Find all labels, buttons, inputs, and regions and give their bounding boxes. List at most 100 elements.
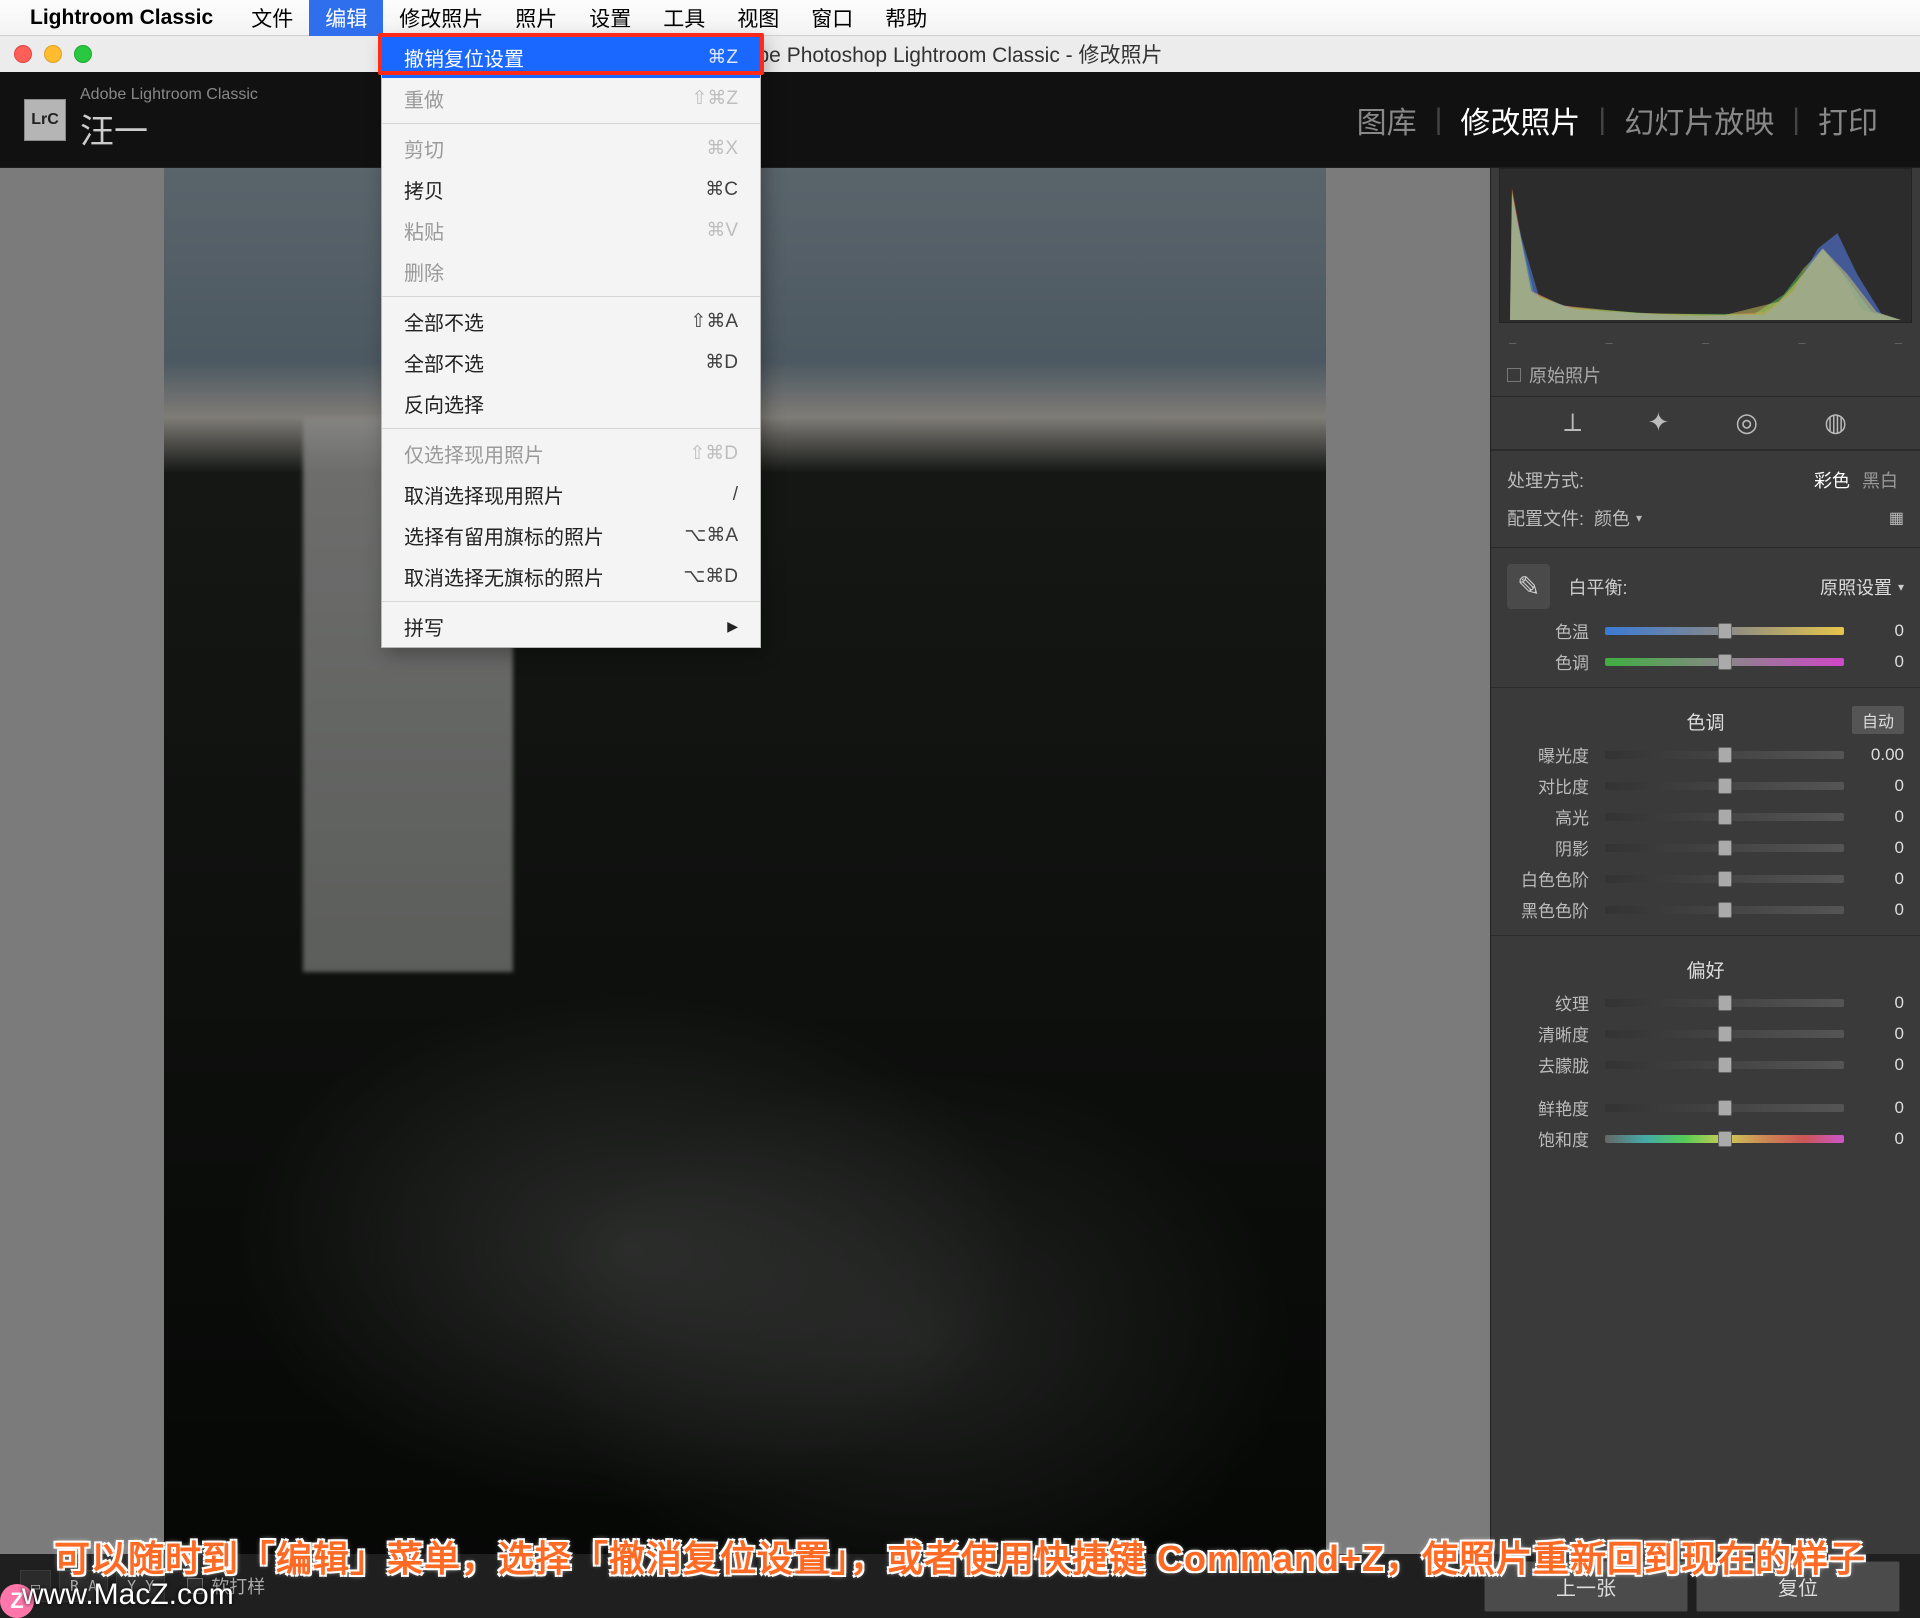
menubar-item-7[interactable]: 窗口 [795, 0, 869, 39]
window-minimize-button[interactable] [44, 45, 62, 63]
identity-username: 汪一 [80, 104, 258, 153]
slider-value[interactable]: 0 [1852, 652, 1904, 672]
menubar-item-5[interactable]: 工具 [647, 0, 721, 39]
crop-tool-icon[interactable]: ⟂ [1564, 407, 1581, 439]
slider-track[interactable] [1605, 844, 1844, 852]
slider-thumb[interactable] [1718, 654, 1732, 670]
slider-value[interactable]: 0 [1852, 1098, 1904, 1118]
window-maximize-button[interactable] [74, 45, 92, 63]
slider-thumb[interactable] [1718, 902, 1732, 918]
slider-value[interactable]: 0 [1852, 900, 1904, 920]
slider-track[interactable] [1605, 875, 1844, 883]
slider-value[interactable]: 0 [1852, 776, 1904, 796]
slider-thumb[interactable] [1718, 1100, 1732, 1116]
slider-value[interactable]: 0 [1852, 993, 1904, 1013]
slider-track[interactable] [1605, 999, 1844, 1007]
slider-track[interactable] [1605, 1030, 1844, 1038]
slider-track[interactable] [1605, 627, 1844, 635]
slider-track[interactable] [1605, 1135, 1844, 1143]
slider-thumb[interactable] [1718, 1026, 1732, 1042]
original-photo-row[interactable]: 原始照片 [1491, 354, 1920, 396]
slider-value[interactable]: 0 [1852, 838, 1904, 858]
edit-menu-item[interactable]: 全部不选⌘D [382, 342, 760, 383]
edit-menu-item[interactable]: 取消选择现用照片/ [382, 474, 760, 515]
histogram[interactable] [1499, 168, 1912, 323]
slider-value[interactable]: 0 [1852, 621, 1904, 641]
menubar-item-3[interactable]: 照片 [499, 0, 573, 39]
heal-tool-icon[interactable]: ✦ [1648, 407, 1670, 439]
window-close-button[interactable] [14, 45, 32, 63]
menubar-item-0[interactable]: 文件 [235, 0, 309, 39]
eyedropper-icon[interactable]: ✎ [1507, 564, 1550, 609]
edit-menu-item[interactable]: 选择有留用旗标的照片⌥⌘A [382, 515, 760, 556]
profile-value[interactable]: 颜色 [1594, 505, 1630, 531]
slider-value[interactable]: 0 [1852, 1129, 1904, 1149]
treatment-section: 处理方式: 彩色 黑白 配置文件: 颜色 ▾ ▦ [1491, 450, 1920, 547]
slider-thumb[interactable] [1718, 1057, 1732, 1073]
edit-menu-item[interactable]: 反向选择 [382, 383, 760, 424]
edit-menu-item: 重做⇧⌘Z [382, 78, 760, 119]
menubar-item-6[interactable]: 视图 [721, 0, 795, 39]
slider-value[interactable]: 0 [1852, 807, 1904, 827]
slider-track[interactable] [1605, 906, 1844, 914]
slider-label: 饱和度 [1507, 1126, 1597, 1151]
menubar-item-1[interactable]: 编辑 [309, 0, 383, 39]
slider-value[interactable]: 0.00 [1852, 745, 1904, 765]
module-0[interactable]: 图库 [1339, 98, 1435, 142]
slider-track[interactable] [1605, 751, 1844, 759]
slider-row: 曝光度 0.00 [1507, 739, 1904, 770]
slider-thumb[interactable] [1718, 871, 1732, 887]
slider-thumb[interactable] [1718, 747, 1732, 763]
slider-thumb[interactable] [1718, 1131, 1732, 1147]
slider-value[interactable]: 0 [1852, 1024, 1904, 1044]
slider-label: 鲜艳度 [1507, 1095, 1597, 1120]
treatment-color-option[interactable]: 彩色 [1808, 467, 1856, 493]
slider-row: 黑色色阶0 [1507, 894, 1904, 925]
profile-grid-icon[interactable]: ▦ [1889, 508, 1904, 528]
slider-track[interactable] [1605, 1104, 1844, 1112]
original-checkbox-icon[interactable] [1507, 368, 1521, 382]
edit-menu-item[interactable]: 撤销复位设置⌘Z [382, 37, 760, 78]
menubar-item-2[interactable]: 修改照片 [383, 0, 499, 39]
slider-thumb[interactable] [1718, 995, 1732, 1011]
treatment-bw-option[interactable]: 黑白 [1856, 467, 1904, 493]
slider-label: 去朦胧 [1507, 1052, 1597, 1077]
slider-track[interactable] [1605, 782, 1844, 790]
menu-item-shortcut: ⇧⌘D [689, 442, 738, 465]
slider-label: 曝光度 [1507, 742, 1597, 767]
edit-menu-item[interactable]: 全部不选⇧⌘A [382, 301, 760, 342]
slider-track[interactable] [1605, 658, 1844, 666]
edit-menu-item[interactable]: 取消选择无旗标的照片⌥⌘D [382, 556, 760, 597]
mask-tool-icon[interactable]: ◍ [1824, 407, 1847, 439]
module-3[interactable]: 打印 [1800, 98, 1896, 142]
redeye-tool-icon[interactable]: ◎ [1735, 407, 1758, 439]
slider-thumb[interactable] [1718, 809, 1732, 825]
menubar-items: 文件编辑修改照片照片设置工具视图窗口帮助 [235, 0, 943, 39]
menubar-item-8[interactable]: 帮助 [869, 0, 943, 39]
wb-preset-value[interactable]: 原照设置 [1820, 574, 1892, 600]
lightroom-body: ––––– 原始照片 ⟂ ✦ ◎ ◍ 处理方式: 彩色 黑白 配置文件: [0, 168, 1920, 1554]
histogram-tick: – [1895, 335, 1902, 350]
slider-track[interactable] [1605, 1061, 1844, 1069]
menu-item-label: 重做 [404, 84, 444, 113]
slider-row: 去朦胧 0 [1507, 1049, 1904, 1080]
chevron-down-icon[interactable]: ▾ [1636, 511, 1642, 525]
menu-item-shortcut: ⌘Z [707, 46, 738, 69]
histogram-tick: – [1798, 335, 1805, 350]
presence-section: 偏好 纹理0清晰度0去朦胧0鲜艳度0饱和度0 [1491, 935, 1920, 1164]
chevron-down-icon[interactable]: ▾ [1898, 580, 1904, 594]
slider-track[interactable] [1605, 813, 1844, 821]
slider-value[interactable]: 0 [1852, 1055, 1904, 1075]
slider-value[interactable]: 0 [1852, 869, 1904, 889]
slider-thumb[interactable] [1718, 840, 1732, 856]
edit-menu-item[interactable]: 拷贝⌘C [382, 169, 760, 210]
module-1[interactable]: 修改照片 [1442, 98, 1598, 142]
auto-tone-button[interactable]: 自动 [1852, 706, 1904, 734]
profile-label: 配置文件: [1507, 505, 1584, 531]
module-2[interactable]: 幻灯片放映 [1606, 98, 1792, 142]
slider-thumb[interactable] [1718, 623, 1732, 639]
slider-thumb[interactable] [1718, 778, 1732, 794]
menubar-item-4[interactable]: 设置 [573, 0, 647, 39]
slider-row: 饱和度 0 [1507, 1123, 1904, 1154]
edit-menu-item[interactable]: 拼写 [382, 606, 760, 647]
